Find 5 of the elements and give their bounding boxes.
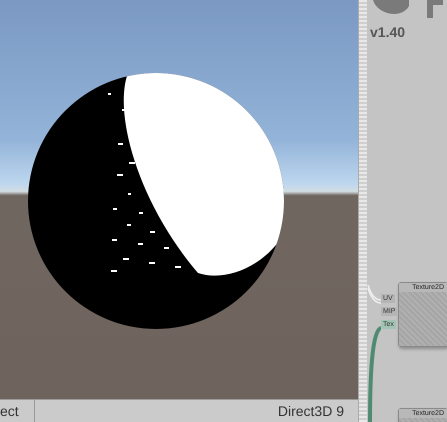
panel-splitter[interactable] <box>358 0 367 422</box>
version-label: v1.40 <box>370 24 406 40</box>
wire-drawing <box>367 285 381 305</box>
status-text: ect <box>0 400 35 422</box>
renderer-label: Direct3D 9 <box>278 403 344 419</box>
